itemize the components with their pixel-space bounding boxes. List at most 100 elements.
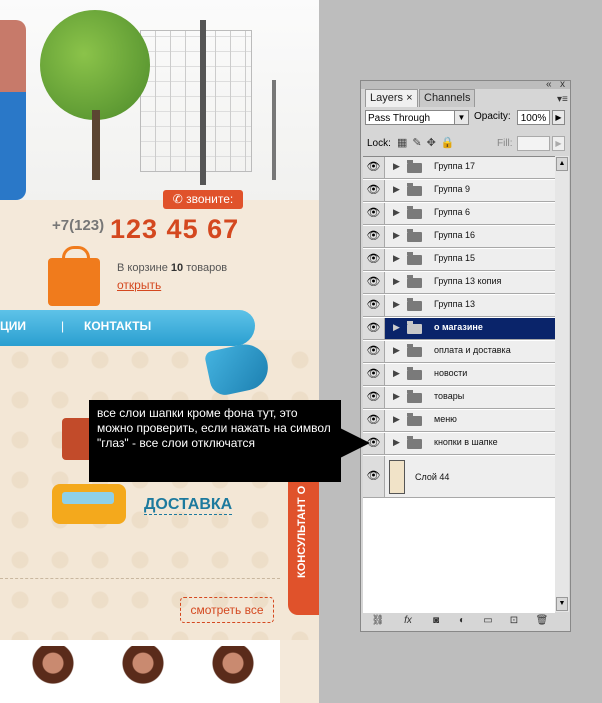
product-photo[interactable] — [120, 646, 166, 703]
eye-icon[interactable]: 👁 — [363, 341, 385, 362]
expand-triangle-icon[interactable]: ▶ — [393, 391, 400, 402]
expand-triangle-icon[interactable]: ▶ — [393, 437, 400, 448]
layer-row[interactable]: 👁 ▶ Группа 16 — [363, 226, 555, 248]
fill-input[interactable] — [517, 136, 550, 151]
layer-row[interactable]: 👁 ▶ Группа 9 — [363, 180, 555, 202]
new-layer-icon[interactable]: ⊡ — [507, 614, 521, 628]
eye-icon[interactable]: 👁 — [363, 272, 385, 293]
opacity-input[interactable]: 100% — [517, 110, 550, 125]
layer-name: о магазине — [434, 322, 483, 332]
layer-name: кнопки в шапке — [434, 437, 498, 447]
lock-image-icon[interactable]: ✎ — [412, 137, 426, 149]
scroll-down-icon[interactable]: ▼ — [556, 597, 568, 611]
phone-number: 123 45 67 — [110, 214, 240, 244]
layer-row[interactable]: 👁 ▶ товары — [363, 387, 555, 409]
adjustment-layer-icon[interactable]: ◐ — [455, 614, 469, 628]
layer-name: меню — [434, 414, 457, 424]
new-group-icon[interactable]: ▭ — [481, 614, 495, 628]
fill-label: Fill: — [497, 138, 513, 149]
layer-row[interactable]: 👁 ▶ Группа 17 — [363, 157, 555, 179]
tab-close-icon[interactable]: × — [406, 92, 412, 104]
layers-scrollbar[interactable]: ▲ ▼ — [555, 156, 569, 612]
collapse-icon[interactable]: « — [546, 80, 552, 90]
tab-layers[interactable]: Layers × — [365, 89, 418, 107]
opacity-slider-arrow-icon[interactable]: ▶ — [552, 110, 565, 125]
folder-icon — [407, 298, 422, 311]
panel-menu-icon[interactable]: ▾≡ — [557, 94, 568, 105]
layer-row[interactable]: 👁 ▶ оплата и доставка — [363, 341, 555, 363]
eye-icon[interactable]: 👁 — [363, 203, 385, 224]
expand-triangle-icon[interactable]: ▶ — [393, 414, 400, 425]
cart-suffix: товаров — [186, 262, 228, 274]
expand-triangle-icon[interactable]: ▶ — [393, 322, 400, 333]
expand-triangle-icon[interactable]: ▶ — [393, 207, 400, 218]
chevron-down-icon[interactable]: ▼ — [454, 111, 468, 124]
see-all-button[interactable]: смотреть все — [180, 597, 274, 623]
nav-item-actions[interactable]: ЦИИ — [0, 319, 26, 333]
add-mask-icon[interactable]: ◙ — [429, 614, 443, 628]
eye-icon[interactable]: 👁 — [363, 249, 385, 270]
layer-name: Группа 17 — [434, 161, 476, 171]
lock-position-icon[interactable]: ✥ — [427, 137, 441, 149]
street-lamp — [200, 20, 206, 185]
fx-icon[interactable]: fx — [401, 614, 415, 628]
eye-icon[interactable]: 👁 — [363, 295, 385, 316]
blend-mode-select[interactable]: Pass Through ▼ — [365, 110, 469, 125]
expand-triangle-icon[interactable]: ▶ — [393, 253, 400, 264]
cart-open-link[interactable]: открыть — [117, 278, 161, 292]
product-photo[interactable] — [210, 646, 256, 703]
expand-triangle-icon[interactable]: ▶ — [393, 184, 400, 195]
tab-layers-label: Layers — [370, 92, 404, 104]
folder-icon — [407, 183, 422, 196]
eye-icon[interactable]: 👁 — [363, 456, 385, 497]
layer-row[interactable]: 👁 ▶ Группа 6 — [363, 203, 555, 225]
layer-name: Группа 13 копия — [434, 276, 502, 286]
layer-name: Группа 15 — [434, 253, 476, 263]
nav-item-contacts[interactable]: КОНТАКТЫ — [84, 319, 151, 333]
expand-triangle-icon[interactable]: ▶ — [393, 230, 400, 241]
layer-row[interactable]: 👁 ▶ новости — [363, 364, 555, 386]
website-mockup: ✆ звоните: +7(123) 123 45 67 В корзине 1… — [0, 0, 319, 703]
panel-titlebar[interactable]: « x — [361, 80, 570, 90]
eye-icon[interactable]: 👁 — [363, 364, 385, 385]
eye-icon[interactable]: 👁 — [363, 387, 385, 408]
blend-mode-value: Pass Through — [368, 113, 431, 124]
basket-icon[interactable] — [48, 246, 100, 306]
delivery-link[interactable]: ДОСТАВКА — [144, 496, 233, 515]
trash-icon[interactable]: 🗑 — [535, 614, 549, 628]
layers-toolbar: ⛓ fx ◙ ◐ ▭ ⊡ 🗑 — [363, 614, 569, 630]
eye-icon[interactable]: 👁 — [363, 226, 385, 247]
expand-triangle-icon[interactable]: ▶ — [393, 368, 400, 379]
layer-row[interactable]: 👁 ▶ Группа 13 копия — [363, 272, 555, 294]
close-icon[interactable]: x — [560, 80, 565, 90]
layer-thumbnail — [389, 460, 405, 494]
eye-icon[interactable]: 👁 — [363, 318, 385, 339]
lock-all-icon[interactable]: 🔒 — [441, 137, 460, 149]
layer-row[interactable]: 👁 Слой 44 — [363, 456, 555, 498]
nav-separator: | — [61, 319, 65, 333]
layers-panel: « x Layers × Channels ▾≡ Pass Through ▼ O… — [360, 80, 571, 632]
eye-icon[interactable]: 👁 — [363, 180, 385, 201]
lock-transparent-icon[interactable]: ▦ — [397, 137, 412, 149]
call-button[interactable]: ✆ звоните: — [163, 190, 243, 209]
layer-row[interactable]: 👁 ▶ Группа 15 — [363, 249, 555, 271]
layer-row[interactable]: 👁 ▶ кнопки в шапке — [363, 433, 555, 455]
layer-name: Группа 13 — [434, 299, 476, 309]
folder-icon — [407, 229, 422, 242]
folder-icon — [407, 275, 422, 288]
layer-row[interactable]: 👁 ▶ о магазине — [363, 318, 555, 340]
tab-channels[interactable]: Channels — [419, 89, 476, 107]
expand-triangle-icon[interactable]: ▶ — [393, 299, 400, 310]
scroll-up-icon[interactable]: ▲ — [556, 157, 568, 171]
link-layers-icon[interactable]: ⛓ — [371, 614, 385, 628]
expand-triangle-icon[interactable]: ▶ — [393, 161, 400, 172]
fill-slider-arrow-icon[interactable]: ▶ — [552, 136, 565, 151]
folder-icon — [407, 160, 422, 173]
layer-row[interactable]: 👁 ▶ Группа 13 — [363, 295, 555, 317]
product-photo[interactable] — [30, 646, 76, 703]
expand-triangle-icon[interactable]: ▶ — [393, 345, 400, 356]
eye-icon[interactable]: 👁 — [363, 157, 385, 178]
layer-name: Группа 16 — [434, 230, 476, 240]
expand-triangle-icon[interactable]: ▶ — [393, 276, 400, 287]
layer-row[interactable]: 👁 ▶ меню — [363, 410, 555, 432]
